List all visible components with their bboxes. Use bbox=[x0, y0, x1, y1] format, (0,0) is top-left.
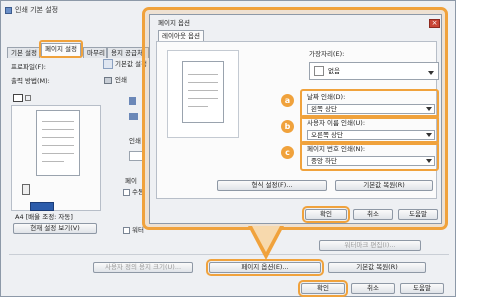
profile-label: 프로파일(F): bbox=[11, 63, 46, 71]
main-title-bar: 인쇄 기본 설정 bbox=[5, 4, 58, 16]
date-print-label: 날짜 인쇄(D): bbox=[307, 93, 346, 101]
page-layout-icon[interactable] bbox=[13, 94, 23, 102]
chevron-down-icon bbox=[426, 133, 432, 137]
separator bbox=[9, 254, 449, 255]
view-settings-button[interactable]: 현재 설정 보기(V) bbox=[13, 223, 97, 234]
page-number-print-select[interactable]: 중앙 하단 bbox=[307, 156, 435, 166]
frame-label: 가장자리(E): bbox=[309, 50, 345, 58]
sub-restore-defaults-button[interactable]: 기본값 복원(R) bbox=[335, 180, 433, 191]
edit-watermark-button[interactable]: 워터마크 편집(I)... bbox=[319, 240, 421, 251]
page-preview-box bbox=[167, 50, 239, 138]
page-preview-thumbnail bbox=[182, 61, 224, 123]
frame-style-icon bbox=[314, 66, 324, 76]
date-print-select[interactable]: 왼쪽 상단 bbox=[307, 104, 435, 114]
size-field[interactable] bbox=[129, 151, 143, 161]
watermark-row[interactable]: 워터 bbox=[123, 226, 144, 235]
custom-paper-size-button[interactable]: 사용자 정의 용지 크기(U)... bbox=[93, 262, 193, 273]
help-button[interactable]: 도움말 bbox=[400, 283, 444, 294]
tab-finishing[interactable]: 마무리 bbox=[83, 47, 107, 58]
watermark-checkbox[interactable] bbox=[123, 226, 130, 234]
preview-panel bbox=[11, 105, 101, 211]
sub-cancel-button[interactable]: 취소 bbox=[353, 209, 393, 220]
tab-page-setup[interactable]: 페이지 설정 bbox=[41, 43, 81, 56]
tab-basic[interactable]: 기본 설정 bbox=[7, 47, 40, 58]
print-output-icon bbox=[104, 77, 112, 84]
cancel-button[interactable]: 취소 bbox=[351, 283, 395, 294]
orientation-landscape-icon[interactable] bbox=[129, 113, 138, 120]
badge-c: c bbox=[281, 146, 294, 159]
manual-scaling-row[interactable]: 수동 bbox=[123, 188, 144, 197]
frame-select[interactable]: 없음 bbox=[309, 62, 439, 80]
orientation-portrait-icon[interactable] bbox=[129, 97, 136, 105]
badge-a: a bbox=[281, 94, 294, 107]
close-icon[interactable]: × bbox=[429, 19, 440, 28]
stack-icon bbox=[22, 184, 30, 195]
manual-scaling-checkbox[interactable] bbox=[123, 188, 130, 196]
ok-button[interactable]: 확인 bbox=[298, 280, 348, 297]
page-options-button[interactable]: 페이지 옵션(E)... bbox=[206, 259, 324, 276]
profile-icon bbox=[103, 59, 113, 69]
badge-b: b bbox=[281, 120, 294, 133]
sub-ok-button[interactable]: 확인 bbox=[302, 206, 350, 223]
chevron-down-icon bbox=[426, 159, 432, 163]
printer-icon bbox=[5, 6, 12, 14]
output-method-value[interactable]: 인쇄 bbox=[115, 76, 127, 85]
format-settings-button[interactable]: 형식 설정(F)... bbox=[217, 180, 327, 191]
layout-options-panel: 가장자리(E): 없음 a 날짜 인쇄(D): 왼쪽 상단 b 사용자 이름 인… bbox=[156, 41, 439, 199]
user-print-select[interactable]: 오른쪽 상단 bbox=[307, 130, 435, 140]
orientation-icon[interactable] bbox=[30, 202, 54, 211]
preview-page-thumbnail bbox=[36, 110, 80, 176]
preview-toggle-icon[interactable] bbox=[25, 95, 31, 101]
sub-help-button[interactable]: 도움말 bbox=[398, 209, 438, 220]
preview-caption: A4 [배율 조정: 자동] bbox=[15, 213, 73, 221]
chevron-down-icon bbox=[428, 71, 434, 75]
main-title: 인쇄 기본 설정 bbox=[15, 6, 59, 14]
callout-pointer-inner bbox=[252, 226, 280, 252]
user-print-label: 사용자 이름 인쇄(U): bbox=[307, 119, 366, 127]
page-options-dialog: 페이지 옵션 × 레이아웃 옵션 가장자리(E): 없음 a 날짜 인쇄(D):… bbox=[149, 14, 442, 224]
page-number-print-label: 페이지 번호 인쇄(N): bbox=[307, 145, 366, 153]
restore-defaults-button[interactable]: 기본값 복원(R) bbox=[328, 262, 426, 273]
side-label-print: 인쇄 bbox=[129, 137, 141, 145]
frame-value: 없음 bbox=[328, 67, 340, 75]
output-method-label: 출력 방법(M): bbox=[11, 77, 50, 85]
sub-title: 페이지 옵션 bbox=[158, 19, 190, 27]
chevron-down-icon bbox=[426, 107, 432, 111]
side-label-page: 페이 bbox=[125, 177, 137, 185]
